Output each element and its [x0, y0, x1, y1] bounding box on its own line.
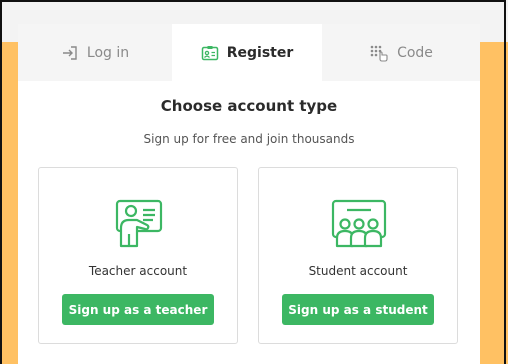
tab-code-label: Code: [397, 44, 433, 61]
side-band-right: [478, 42, 508, 364]
tab-code[interactable]: Code: [322, 24, 480, 81]
page-title: Choose account type: [160, 97, 338, 115]
id-card-icon: [201, 45, 219, 61]
tab-login[interactable]: Log in: [18, 24, 172, 81]
signup-modal: Log in Register Code Choose account type…: [18, 24, 480, 364]
login-arrow-icon: [61, 45, 79, 61]
student-account-label: Student account: [308, 264, 408, 278]
page-subtitle: Sign up for free and join thousands: [143, 132, 355, 146]
tab-login-label: Log in: [86, 44, 130, 61]
students-class-icon: [329, 198, 389, 248]
keypad-pointer-icon: [369, 44, 389, 62]
signup-student-button[interactable]: Sign up as a student: [282, 294, 434, 325]
signup-teacher-button[interactable]: Sign up as a teacher: [62, 294, 214, 325]
student-account-card[interactable]: Student account Sign up as a student: [258, 167, 458, 344]
teacher-account-card[interactable]: Teacher account Sign up as a teacher: [38, 167, 238, 344]
register-panel: Choose account type Sign up for free and…: [18, 81, 480, 364]
teacher-board-icon: [109, 198, 169, 248]
teacher-account-label: Teacher account: [88, 264, 188, 278]
tab-register-label: Register: [226, 44, 294, 61]
auth-tabs: Log in Register Code: [18, 24, 480, 81]
tab-register[interactable]: Register: [172, 24, 322, 81]
